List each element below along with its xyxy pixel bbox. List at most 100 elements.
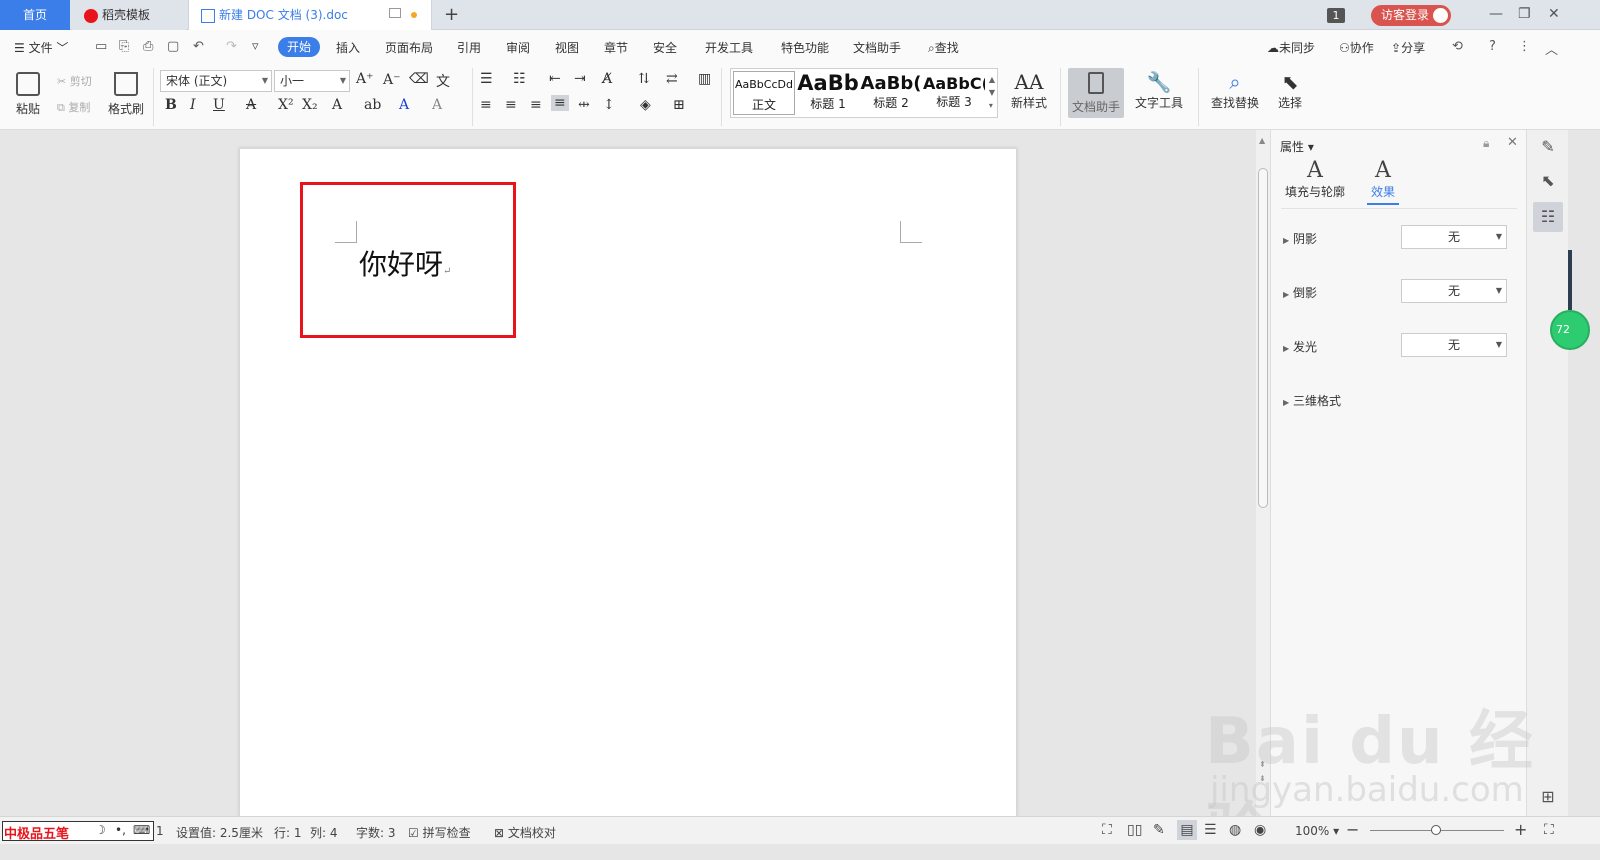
menu-view[interactable]: 视图 — [555, 39, 579, 56]
font-size-select[interactable]: 小一 ▼ — [274, 70, 350, 92]
close-panel-icon[interactable]: ✕ — [1507, 135, 1518, 150]
bullet-list-icon[interactable]: ☰ — [480, 71, 493, 87]
menu-doc-assistant[interactable]: 文档助手 — [853, 39, 901, 56]
show-marks-icon[interactable]: ⇄ — [666, 71, 678, 87]
grow-font-icon[interactable]: A⁺ — [356, 71, 374, 87]
superscript-icon[interactable]: X² — [278, 97, 294, 113]
style-normal[interactable]: AaBbCcDd 正文 — [733, 71, 795, 115]
speed-ball-badge[interactable]: 72 — [1550, 310, 1590, 350]
highlight-icon[interactable]: ab — [364, 97, 381, 113]
align-right-icon[interactable]: ≡ — [530, 97, 542, 113]
menu-security[interactable]: 安全 — [653, 39, 677, 56]
align-left-icon[interactable]: ≡ — [480, 97, 492, 113]
zoom-in-icon[interactable]: + — [1514, 820, 1527, 839]
fit-window-icon[interactable]: ⛶ — [1544, 822, 1554, 838]
login-button[interactable]: 访客登录 — [1371, 5, 1451, 26]
properties-title[interactable]: 属性 ▾ — [1280, 138, 1314, 155]
underline-icon[interactable]: U — [213, 97, 225, 113]
help-icon[interactable]: ? — [1489, 39, 1496, 54]
3d-format-row[interactable]: ▶ 三维格式 — [1283, 392, 1341, 409]
copy-button[interactable]: ⧉ 复制 — [57, 99, 90, 115]
pen-icon[interactable]: ✎ — [1533, 132, 1563, 162]
tab-document[interactable]: 新建 DOC 文档 (3).doc — [188, 0, 432, 30]
reflection-row[interactable]: ▶ 倒影 — [1283, 284, 1317, 301]
properties-toggle-icon[interactable]: ☷ — [1533, 202, 1563, 232]
setting-value[interactable]: 设置值: 2.5厘米 — [176, 824, 263, 841]
strikethrough-icon[interactable]: A — [246, 97, 256, 113]
decrease-indent-icon[interactable]: ⇤ — [549, 71, 561, 87]
zoom-out-icon[interactable]: − — [1346, 820, 1359, 839]
keyboard-icon[interactable]: ⌨ — [133, 823, 150, 837]
tab-home[interactable]: 首页 — [0, 0, 70, 30]
web-view-icon[interactable]: ◍ — [1229, 822, 1241, 838]
undo-icon[interactable]: ↶ — [193, 39, 204, 54]
row-indicator[interactable]: 行: 1 — [274, 824, 302, 841]
zoom-slider-knob[interactable] — [1431, 825, 1441, 835]
shadow-select[interactable]: 无 ▼ — [1401, 225, 1507, 249]
print-icon[interactable]: ⎙ — [143, 39, 153, 54]
scroll-thumb[interactable] — [1258, 168, 1268, 508]
collapse-ribbon-icon[interactable]: ︿ — [1545, 39, 1558, 58]
menu-start[interactable]: 开始 — [278, 37, 320, 57]
font-color-icon[interactable]: A — [399, 97, 409, 113]
scroll-up-icon[interactable]: ▲ — [1259, 136, 1265, 145]
char-shading-icon[interactable]: A — [432, 97, 442, 113]
file-menu[interactable]: ☰ 文件 ﹀ — [14, 39, 68, 56]
line-spacing-icon[interactable]: ↕ — [603, 97, 615, 113]
punct-icon[interactable]: •, — [115, 823, 126, 837]
zoom-level[interactable]: 100% ▾ — [1295, 824, 1339, 838]
save-icon[interactable]: ▭ — [95, 39, 107, 54]
customize-icon[interactable]: ▿ — [252, 39, 259, 54]
numbered-list-icon[interactable]: ☷ — [513, 71, 526, 87]
restore-icon[interactable]: ❐ — [1518, 6, 1531, 22]
ime-toolbar[interactable]: 中极品五笔 ☽ •, ⌨ — [2, 821, 154, 842]
menu-insert[interactable]: 插入 — [336, 39, 360, 56]
menu-features[interactable]: 特色功能 — [781, 39, 829, 56]
reflection-select[interactable]: 无 ▼ — [1401, 279, 1507, 303]
minimize-icon[interactable]: — — [1489, 6, 1503, 22]
tab-fill-outline[interactable]: A 填充与轮廓 — [1285, 158, 1345, 200]
reading-mode-icon[interactable]: ▯▯ — [1127, 822, 1142, 838]
spell-check-button[interactable]: ☑ 拼写检查 — [408, 824, 471, 841]
menu-layout[interactable]: 页面布局 — [385, 39, 433, 56]
sort-icon[interactable]: ⇅ — [638, 71, 650, 87]
find-replace-button[interactable]: ⌕ 查找替换 — [1206, 68, 1264, 111]
fullscreen-icon[interactable]: ⛶ — [1102, 822, 1112, 838]
print-preview-icon[interactable]: ▢ — [167, 39, 179, 54]
new-style-button[interactable]: AA 新样式 — [1006, 68, 1052, 111]
shading-icon[interactable]: ◈ — [640, 97, 651, 113]
document-page[interactable]: 你好呀↵ — [239, 148, 1017, 818]
paste-button[interactable]: 粘贴 — [10, 68, 46, 117]
align-center-icon[interactable]: ≡ — [505, 97, 517, 113]
subscript-icon[interactable]: X₂ — [302, 97, 318, 113]
justify-icon[interactable]: ≡ — [551, 95, 569, 111]
style-scroll-icon[interactable]: ▲ ▼ ▾ — [989, 73, 995, 112]
style-heading1[interactable]: AaBb 标题 1 — [797, 71, 859, 115]
col-indicator[interactable]: 列: 4 — [310, 824, 338, 841]
style-heading2[interactable]: AaBb( 标题 2 — [860, 71, 922, 115]
bold-icon[interactable]: B — [165, 97, 177, 113]
menu-developer[interactable]: 开发工具 — [705, 39, 753, 56]
collab-button[interactable]: ⚇协作 — [1339, 39, 1374, 56]
share-button[interactable]: ⇪分享 — [1391, 39, 1425, 56]
moon-icon[interactable]: ☽ — [95, 823, 106, 837]
proofread-button[interactable]: ⊠ 文档校对 — [494, 824, 556, 841]
doc-assistant-button[interactable]: 文档助手 — [1068, 68, 1124, 118]
select-cursor-icon[interactable]: ⬉ — [1533, 166, 1563, 196]
select-button[interactable]: ⬉ 选择 — [1272, 68, 1308, 111]
monitor-icon[interactable] — [389, 8, 401, 18]
export-icon[interactable]: ⎘ — [119, 39, 129, 54]
borders-icon[interactable]: ⊞ — [673, 97, 685, 113]
search-button[interactable]: ⌕查找 — [928, 39, 959, 56]
italic-icon[interactable]: I — [190, 97, 196, 113]
glow-select[interactable]: 无 ▼ — [1401, 333, 1507, 357]
word-count[interactable]: 字数: 3 — [356, 824, 396, 841]
lock-icon[interactable]: 🔒︎ — [1483, 136, 1489, 151]
cut-button[interactable]: ✂ 剪切 — [57, 73, 92, 89]
page-view-icon[interactable]: ▤ — [1177, 820, 1197, 840]
outline-view-icon[interactable]: ☰ — [1204, 822, 1217, 838]
menu-chapter[interactable]: 章节 — [604, 39, 628, 56]
font-name-select[interactable]: 宋体 (正文) ▼ — [160, 70, 272, 92]
close-icon[interactable]: ✕ — [1548, 6, 1560, 22]
text-tools-button[interactable]: 🔧 文字工具 — [1130, 68, 1188, 111]
